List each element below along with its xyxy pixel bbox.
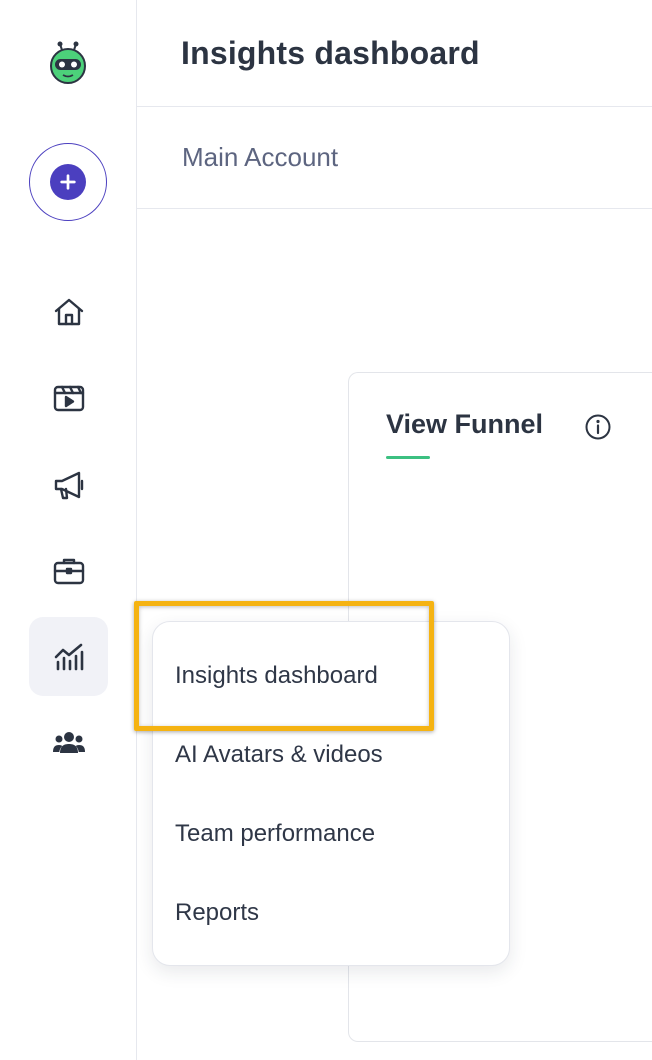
briefcase-icon [53, 558, 84, 584]
page-title: Insights dashboard [181, 34, 480, 71]
robot-logo-icon[interactable] [45, 40, 91, 86]
home-icon [54, 298, 83, 325]
sidebar-item-campaigns[interactable] [29, 445, 108, 524]
info-icon[interactable] [584, 413, 612, 441]
plus-icon [50, 164, 86, 200]
sidebar-item-portfolio[interactable] [29, 531, 108, 610]
sidebar-item-videos[interactable] [29, 358, 108, 437]
megaphone-icon [54, 471, 83, 499]
account-name[interactable]: Main Account [182, 142, 338, 173]
active-tab-underline [386, 456, 430, 459]
tab-view-funnel[interactable]: View Funnel [386, 409, 543, 440]
menu-item-insights-dashboard[interactable]: Insights dashboard [175, 662, 378, 690]
create-button[interactable] [29, 143, 107, 221]
page-header: Insights dashboard [137, 0, 652, 107]
sidebar-item-team[interactable] [29, 703, 108, 782]
sidebar-item-home[interactable] [29, 272, 108, 351]
menu-item-team-performance[interactable]: Team performance [175, 820, 375, 848]
sidebar [0, 0, 137, 1060]
insights-flyout-menu: Insights dashboard AI Avatars & videos T… [152, 621, 510, 966]
account-bar: Main Account [137, 107, 652, 209]
video-clapper-icon [53, 385, 84, 411]
menu-item-ai-avatars-videos[interactable]: AI Avatars & videos [175, 741, 383, 769]
chart-icon [54, 643, 83, 670]
users-icon [52, 731, 85, 753]
menu-item-reports[interactable]: Reports [175, 899, 259, 927]
sidebar-item-insights[interactable] [29, 617, 108, 696]
